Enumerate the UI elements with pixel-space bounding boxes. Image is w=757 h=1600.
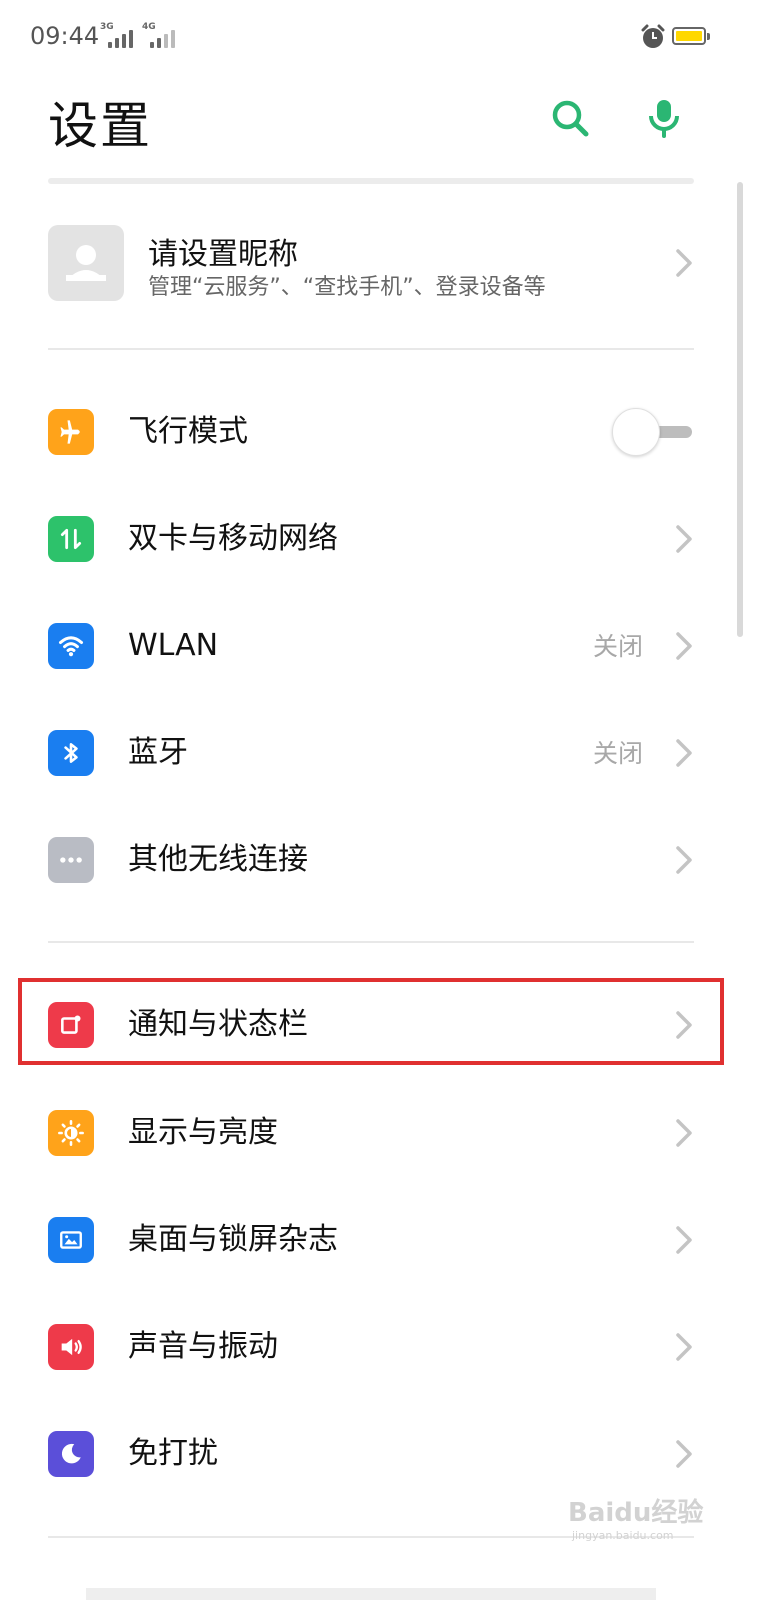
chevron-right-icon — [676, 525, 692, 553]
settings-row-label: 桌面与锁屏杂志 — [128, 1222, 338, 1257]
settings-row-value: 关闭 — [592, 632, 643, 661]
settings-row-label: 免打扰 — [128, 1436, 218, 1471]
chevron-right-icon — [676, 1226, 692, 1254]
watermark-sub: jingyan.baidu.com — [572, 1529, 674, 1542]
dual-sim-icon — [48, 516, 94, 562]
watermark-text: Baidu经验 — [568, 1498, 704, 1528]
account-title: 请设置昵称 — [148, 237, 298, 272]
settings-row-dual-sim[interactable]: 双卡与移动网络 — [0, 489, 757, 589]
person-icon — [66, 245, 106, 281]
settings-row-do-not-disturb[interactable]: 免打扰 — [0, 1404, 757, 1504]
header-divider — [48, 178, 694, 184]
settings-row-value: 关闭 — [592, 739, 643, 768]
chevron-right-icon — [676, 846, 692, 874]
chevron-right-icon — [676, 249, 692, 277]
chevron-right-icon — [676, 632, 692, 660]
highlight-annotation-box — [18, 978, 724, 1065]
chevron-right-icon — [676, 739, 692, 767]
settings-row-label: 声音与振动 — [128, 1329, 278, 1364]
settings-row-label: 飞行模式 — [128, 414, 248, 449]
settings-row-airplane-mode[interactable]: 飞行模式 — [0, 382, 757, 482]
avatar — [48, 225, 124, 301]
battery-icon — [672, 27, 710, 45]
settings-row-sound[interactable]: 声音与振动 — [0, 1297, 757, 1397]
chevron-right-icon — [676, 1333, 692, 1361]
alarm-icon — [641, 24, 665, 48]
settings-row-label: 蓝牙 — [128, 735, 188, 770]
airplane-icon — [48, 409, 94, 455]
chevron-right-icon — [676, 1119, 692, 1147]
watermark: Baidu经验 jingyan.baidu.com — [568, 1492, 703, 1542]
airplane-mode-toggle[interactable] — [612, 406, 694, 458]
account-row[interactable]: 请设置昵称 管理“云服务”、“查找手机”、登录设备等 — [0, 215, 757, 315]
account-subtitle: 管理“云服务”、“查找手机”、登录设备等 — [148, 275, 546, 300]
settings-row-desktop-lockscreen[interactable]: 桌面与锁屏杂志 — [0, 1190, 757, 1290]
settings-row-wlan[interactable]: WLAN 关闭 — [0, 596, 757, 696]
bluetooth-icon — [48, 730, 94, 776]
page-title: 设置 — [48, 97, 152, 155]
more-dots-icon — [48, 837, 94, 883]
status-bar: 09:44 3G 4G — [0, 0, 757, 76]
brightness-icon — [48, 1110, 94, 1156]
wallpaper-icon — [48, 1217, 94, 1263]
settings-row-label: WLAN — [128, 628, 219, 663]
settings-row-display[interactable]: 显示与亮度 — [0, 1083, 757, 1183]
search-icon[interactable] — [548, 96, 592, 140]
wifi-icon — [48, 623, 94, 669]
microphone-icon[interactable] — [642, 96, 686, 140]
sound-icon — [48, 1324, 94, 1370]
settings-row-label: 其他无线连接 — [128, 842, 308, 877]
section-divider — [48, 941, 694, 943]
bottom-bar — [86, 1588, 656, 1600]
status-time: 09:44 — [30, 22, 100, 50]
settings-row-label: 显示与亮度 — [128, 1115, 278, 1150]
section-divider — [48, 348, 694, 350]
settings-row-bluetooth[interactable]: 蓝牙 关闭 — [0, 703, 757, 803]
settings-row-label: 双卡与移动网络 — [128, 521, 338, 556]
moon-icon — [48, 1431, 94, 1477]
settings-row-other-wireless[interactable]: 其他无线连接 — [0, 810, 757, 910]
chevron-right-icon — [676, 1440, 692, 1468]
